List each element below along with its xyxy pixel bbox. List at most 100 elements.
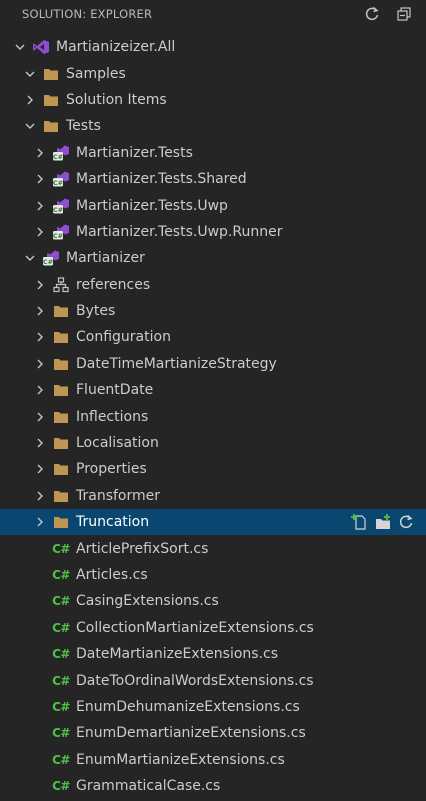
folder-icon	[42, 66, 60, 82]
chevron-right-icon[interactable]	[32, 356, 48, 372]
chevron-right-icon[interactable]	[32, 435, 48, 451]
tree-item-label: Inflections	[76, 408, 149, 425]
tree-item-articleprefixsort-cs[interactable]: C# ArticlePrefixSort.cs	[0, 535, 426, 561]
tree-item-samples[interactable]: Samples	[0, 60, 426, 86]
tree-item-solution-items[interactable]: Solution Items	[0, 87, 426, 113]
tree-item-label: Martianizer	[66, 250, 145, 267]
folder-icon	[52, 329, 70, 345]
tree-item-label: CasingExtensions.cs	[76, 593, 219, 610]
tree-item-label: Martianizer.Tests	[76, 144, 193, 161]
csharp-file-icon: C#	[52, 620, 70, 636]
refresh-icon[interactable]	[364, 6, 380, 22]
tree-item-martianizer-tests[interactable]: C# Martianizer.Tests	[0, 140, 426, 166]
folder-icon	[52, 356, 70, 372]
csharp-glyph: C#	[52, 699, 70, 714]
tree-item-label: Tests	[66, 118, 101, 135]
new-folder-icon[interactable]	[374, 513, 392, 535]
tree-item-label: Martianizeizer.All	[56, 39, 176, 56]
tree-item-configuration[interactable]: Configuration	[0, 324, 426, 350]
tree-item-tests[interactable]: Tests	[0, 113, 426, 139]
tree-item-label: Articles.cs	[76, 567, 148, 583]
solution-tree: Martianizeizer.All Samples Solution Items T…	[0, 34, 426, 799]
tree-item-label: Localisation	[76, 435, 159, 452]
tree-item-label: DateMartianizeExtensions.cs	[76, 646, 279, 663]
tree-item-bytes[interactable]: Bytes	[0, 298, 426, 324]
tree-item-label: CollectionMartianizeExtensions.cs	[76, 619, 314, 636]
chevron-down-icon[interactable]	[12, 39, 28, 55]
folder-icon	[52, 461, 70, 477]
tree-item-enumdemartianizeextensions-cs[interactable]: C# EnumDemartianizeExtensions.cs	[0, 720, 426, 746]
csharp-file-icon: C#	[52, 673, 70, 689]
tree-item-label: Samples	[66, 65, 126, 82]
tree-item-label: Configuration	[76, 329, 171, 346]
svg-text:C#: C#	[53, 179, 63, 187]
tree-item-label: GrammaticalCase.cs	[76, 778, 221, 795]
new-file-icon[interactable]	[350, 513, 368, 535]
csproj-icon: C#	[52, 224, 70, 240]
tree-item-inflections[interactable]: Inflections	[0, 403, 426, 429]
csharp-file-icon: C#	[52, 752, 70, 768]
svg-text:C#: C#	[43, 258, 53, 266]
chevron-right-icon[interactable]	[22, 92, 38, 108]
tree-item-transformer[interactable]: Transformer	[0, 483, 426, 509]
tree-item-label: EnumDemartianizeExtensions.cs	[76, 725, 306, 742]
chevron-right-icon[interactable]	[32, 409, 48, 425]
tree-item-properties[interactable]: Properties	[0, 456, 426, 482]
explorer-header: SOLUTION: EXPLORER	[0, 0, 426, 28]
tree-item-enummartianizeextensions-cs[interactable]: C# EnumMartianizeExtensions.cs	[0, 747, 426, 773]
refresh-icon[interactable]	[398, 514, 414, 534]
tree-item-enumdehumanizeextensions-cs[interactable]: C# EnumDehumanizeExtensions.cs	[0, 694, 426, 720]
chevron-down-icon[interactable]	[22, 118, 38, 134]
folder-icon	[52, 488, 70, 504]
chevron-right-icon[interactable]	[32, 303, 48, 319]
tree-item-label: Martianizer.Tests.Uwp	[76, 197, 228, 214]
tree-item-martianizer-tests-uwp-runner[interactable]: C# Martianizer.Tests.Uwp.Runner	[0, 219, 426, 245]
tree-item-datetimemartianizestrategy[interactable]: DateTimeMartianizeStrategy	[0, 351, 426, 377]
folder-icon	[52, 514, 70, 530]
chevron-right-icon[interactable]	[32, 171, 48, 187]
tree-item-label: Bytes	[76, 303, 116, 320]
references-icon	[52, 277, 70, 293]
chevron-right-icon[interactable]	[32, 461, 48, 477]
csharp-file-icon: C#	[52, 593, 70, 609]
chevron-right-icon[interactable]	[32, 382, 48, 398]
chevron-down-icon[interactable]	[22, 250, 38, 266]
csharp-glyph: C#	[52, 752, 70, 767]
chevron-right-icon[interactable]	[32, 488, 48, 504]
tree-item-articles-cs[interactable]: C# Articles.cs	[0, 562, 426, 588]
tree-item-datetoordinalwordsextensions-cs[interactable]: C# DateToOrdinalWordsExtensions.cs	[0, 667, 426, 693]
tree-item-grammaticalcase-cs[interactable]: C# GrammaticalCase.cs	[0, 773, 426, 799]
collapse-all-icon[interactable]	[396, 6, 412, 22]
tree-item-martianizer[interactable]: C# Martianizer	[0, 245, 426, 271]
tree-item-truncation[interactable]: Truncation	[0, 509, 426, 536]
folder-icon	[52, 382, 70, 398]
chevron-right-icon[interactable]	[32, 329, 48, 345]
csharp-file-icon: C#	[52, 699, 70, 715]
tree-item-collectionmartianizeextensions-cs[interactable]: C# CollectionMartianizeExtensions.cs	[0, 615, 426, 641]
tree-item-martianizeizer-all[interactable]: Martianizeizer.All	[0, 34, 426, 60]
folder-icon	[42, 118, 60, 134]
csproj-icon: C#	[52, 171, 70, 187]
tree-item-localisation[interactable]: Localisation	[0, 430, 426, 456]
tree-item-fluentdate[interactable]: FluentDate	[0, 377, 426, 403]
tree-item-datemartianizeextensions-cs[interactable]: C# DateMartianizeExtensions.cs	[0, 641, 426, 667]
chevron-right-icon[interactable]	[32, 514, 48, 530]
tree-item-martianizer-tests-uwp[interactable]: C# Martianizer.Tests.Uwp	[0, 192, 426, 218]
tree-item-label: FluentDate	[76, 382, 154, 399]
tree-item-label: Solution Items	[66, 91, 167, 108]
tree-item-casingextensions-cs[interactable]: C# CasingExtensions.cs	[0, 588, 426, 614]
chevron-right-icon[interactable]	[32, 145, 48, 161]
chevron-right-icon[interactable]	[32, 277, 48, 293]
chevron-right-icon[interactable]	[32, 224, 48, 240]
chevron-right-icon[interactable]	[32, 198, 48, 214]
tree-item-martianizer-tests-shared[interactable]: C# Martianizer.Tests.Shared	[0, 166, 426, 192]
tree-item-label: Martianizer.Tests.Uwp.Runner	[76, 223, 283, 240]
chevron-down-icon[interactable]	[22, 66, 38, 82]
tree-item-references[interactable]: references	[0, 272, 426, 298]
row-actions	[350, 513, 414, 535]
